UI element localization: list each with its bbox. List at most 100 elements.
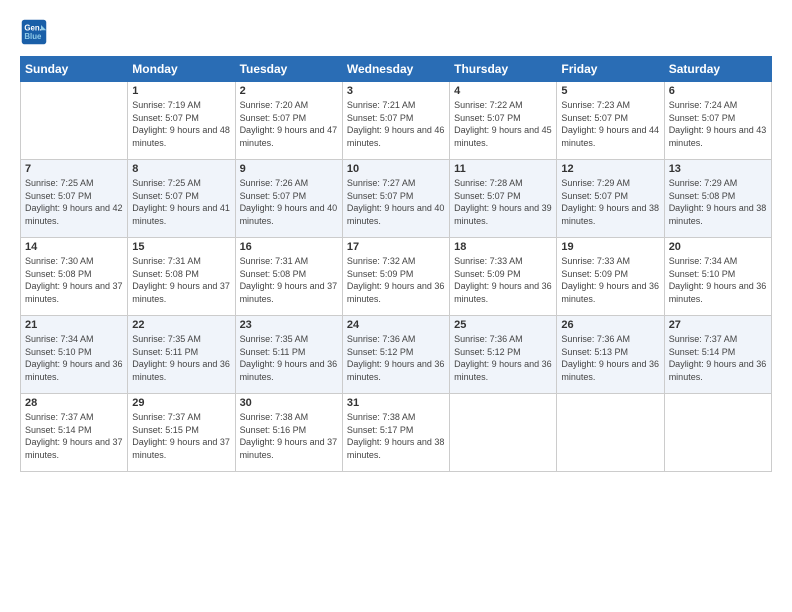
cell-info: Sunrise: 7:38 AMSunset: 5:16 PMDaylight:… (240, 411, 338, 461)
day-number: 21 (25, 319, 123, 331)
calendar-week-5: 28 Sunrise: 7:37 AMSunset: 5:14 PMDayligh… (21, 394, 772, 472)
cell-info: Sunrise: 7:29 AMSunset: 5:07 PMDaylight:… (561, 177, 659, 227)
logo: Gen. Blue (20, 18, 52, 46)
cell-info: Sunrise: 7:31 AMSunset: 5:08 PMDaylight:… (132, 255, 230, 305)
cell-info: Sunrise: 7:19 AMSunset: 5:07 PMDaylight:… (132, 99, 230, 149)
calendar-cell: 28 Sunrise: 7:37 AMSunset: 5:14 PMDayligh… (21, 394, 128, 472)
cell-info: Sunrise: 7:33 AMSunset: 5:09 PMDaylight:… (561, 255, 659, 305)
calendar-cell: 18 Sunrise: 7:33 AMSunset: 5:09 PMDayligh… (450, 238, 557, 316)
weekday-header-sunday: Sunday (21, 57, 128, 82)
calendar-cell: 23 Sunrise: 7:35 AMSunset: 5:11 PMDayligh… (235, 316, 342, 394)
calendar-cell (557, 394, 664, 472)
day-number: 27 (669, 319, 767, 331)
calendar-week-4: 21 Sunrise: 7:34 AMSunset: 5:10 PMDayligh… (21, 316, 772, 394)
weekday-header-saturday: Saturday (664, 57, 771, 82)
calendar-cell: 19Sunrise: 7:33 AMSunset: 5:09 PMDayligh… (557, 238, 664, 316)
cell-info: Sunrise: 7:37 AMSunset: 5:14 PMDaylight:… (25, 411, 123, 461)
calendar-cell: 25 Sunrise: 7:36 AMSunset: 5:12 PMDayligh… (450, 316, 557, 394)
calendar-cell: 11 Sunrise: 7:28 AMSunset: 5:07 PMDayligh… (450, 160, 557, 238)
cell-info: Sunrise: 7:20 AMSunset: 5:07 PMDaylight:… (240, 99, 338, 149)
calendar-cell: 22 Sunrise: 7:35 AMSunset: 5:11 PMDayligh… (128, 316, 235, 394)
cell-info: Sunrise: 7:37 AMSunset: 5:14 PMDaylight:… (669, 333, 767, 383)
day-number: 24 (347, 319, 445, 331)
calendar-table: SundayMondayTuesdayWednesdayThursdayFrid… (20, 56, 772, 472)
day-number: 26 (561, 319, 659, 331)
calendar-cell: 26Sunrise: 7:36 AMSunset: 5:13 PMDayligh… (557, 316, 664, 394)
weekday-header-row: SundayMondayTuesdayWednesdayThursdayFrid… (21, 57, 772, 82)
weekday-header-friday: Friday (557, 57, 664, 82)
calendar-cell: 24 Sunrise: 7:36 AMSunset: 5:12 PMDayligh… (342, 316, 449, 394)
day-number: 20 (669, 241, 767, 253)
weekday-header-monday: Monday (128, 57, 235, 82)
cell-info: Sunrise: 7:38 AMSunset: 5:17 PMDaylight:… (347, 411, 445, 461)
day-number: 9 (240, 163, 338, 175)
cell-info: Sunrise: 7:21 AMSunset: 5:07 PMDaylight:… (347, 99, 445, 149)
calendar-cell: 3 Sunrise: 7:21 AMSunset: 5:07 PMDaylight… (342, 82, 449, 160)
cell-info: Sunrise: 7:30 AMSunset: 5:08 PMDaylight:… (25, 255, 123, 305)
cell-info: Sunrise: 7:27 AMSunset: 5:07 PMDaylight:… (347, 177, 445, 227)
calendar-cell: 27 Sunrise: 7:37 AMSunset: 5:14 PMDayligh… (664, 316, 771, 394)
cell-info: Sunrise: 7:24 AMSunset: 5:07 PMDaylight:… (669, 99, 767, 149)
svg-text:Blue: Blue (24, 32, 42, 41)
day-number: 1 (132, 85, 230, 97)
day-number: 12 (561, 163, 659, 175)
calendar-cell: 12 Sunrise: 7:29 AMSunset: 5:07 PMDayligh… (557, 160, 664, 238)
calendar-week-3: 14Sunrise: 7:30 AMSunset: 5:08 PMDayligh… (21, 238, 772, 316)
calendar-cell: 1 Sunrise: 7:19 AMSunset: 5:07 PMDaylight… (128, 82, 235, 160)
cell-info: Sunrise: 7:36 AMSunset: 5:12 PMDaylight:… (454, 333, 552, 383)
weekday-header-thursday: Thursday (450, 57, 557, 82)
cell-info: Sunrise: 7:23 AMSunset: 5:07 PMDaylight:… (561, 99, 659, 149)
cell-info: Sunrise: 7:37 AMSunset: 5:15 PMDaylight:… (132, 411, 230, 461)
calendar-cell: 5 Sunrise: 7:23 AMSunset: 5:07 PMDaylight… (557, 82, 664, 160)
calendar-cell (450, 394, 557, 472)
cell-info: Sunrise: 7:28 AMSunset: 5:07 PMDaylight:… (454, 177, 552, 227)
cell-info: Sunrise: 7:25 AMSunset: 5:07 PMDaylight:… (25, 177, 123, 227)
cell-info: Sunrise: 7:35 AMSunset: 5:11 PMDaylight:… (240, 333, 338, 383)
cell-info: Sunrise: 7:34 AMSunset: 5:10 PMDaylight:… (25, 333, 123, 383)
day-number: 25 (454, 319, 552, 331)
day-number: 2 (240, 85, 338, 97)
day-number: 23 (240, 319, 338, 331)
day-number: 11 (454, 163, 552, 175)
calendar-cell: 7 Sunrise: 7:25 AMSunset: 5:07 PMDaylight… (21, 160, 128, 238)
cell-info: Sunrise: 7:22 AMSunset: 5:07 PMDaylight:… (454, 99, 552, 149)
calendar-cell (21, 82, 128, 160)
calendar-cell: 29Sunrise: 7:37 AMSunset: 5:15 PMDayligh… (128, 394, 235, 472)
calendar-cell: 16 Sunrise: 7:31 AMSunset: 5:08 PMDayligh… (235, 238, 342, 316)
weekday-header-wednesday: Wednesday (342, 57, 449, 82)
calendar-cell: 21 Sunrise: 7:34 AMSunset: 5:10 PMDayligh… (21, 316, 128, 394)
calendar-page: Gen. Blue SundayMondayTuesdayWednesdayTh… (0, 0, 792, 612)
day-number: 13 (669, 163, 767, 175)
calendar-cell: 6 Sunrise: 7:24 AMSunset: 5:07 PMDaylight… (664, 82, 771, 160)
page-header: Gen. Blue (20, 18, 772, 46)
day-number: 30 (240, 397, 338, 409)
calendar-cell: 4 Sunrise: 7:22 AMSunset: 5:07 PMDaylight… (450, 82, 557, 160)
day-number: 3 (347, 85, 445, 97)
day-number: 28 (25, 397, 123, 409)
day-number: 7 (25, 163, 123, 175)
calendar-cell: 8Sunrise: 7:25 AMSunset: 5:07 PMDaylight… (128, 160, 235, 238)
day-number: 16 (240, 241, 338, 253)
cell-info: Sunrise: 7:35 AMSunset: 5:11 PMDaylight:… (132, 333, 230, 383)
cell-info: Sunrise: 7:36 AMSunset: 5:12 PMDaylight:… (347, 333, 445, 383)
cell-info: Sunrise: 7:31 AMSunset: 5:08 PMDaylight:… (240, 255, 338, 305)
cell-info: Sunrise: 7:26 AMSunset: 5:07 PMDaylight:… (240, 177, 338, 227)
day-number: 4 (454, 85, 552, 97)
day-number: 18 (454, 241, 552, 253)
calendar-cell: 15Sunrise: 7:31 AMSunset: 5:08 PMDayligh… (128, 238, 235, 316)
calendar-cell: 13 Sunrise: 7:29 AMSunset: 5:08 PMDayligh… (664, 160, 771, 238)
calendar-cell: 2 Sunrise: 7:20 AMSunset: 5:07 PMDaylight… (235, 82, 342, 160)
day-number: 17 (347, 241, 445, 253)
calendar-cell: 10Sunrise: 7:27 AMSunset: 5:07 PMDayligh… (342, 160, 449, 238)
day-number: 5 (561, 85, 659, 97)
cell-info: Sunrise: 7:29 AMSunset: 5:08 PMDaylight:… (669, 177, 767, 227)
calendar-cell: 14Sunrise: 7:30 AMSunset: 5:08 PMDayligh… (21, 238, 128, 316)
calendar-cell: 30 Sunrise: 7:38 AMSunset: 5:16 PMDayligh… (235, 394, 342, 472)
weekday-header-tuesday: Tuesday (235, 57, 342, 82)
logo-icon: Gen. Blue (20, 18, 48, 46)
calendar-cell: 9 Sunrise: 7:26 AMSunset: 5:07 PMDaylight… (235, 160, 342, 238)
day-number: 6 (669, 85, 767, 97)
day-number: 22 (132, 319, 230, 331)
cell-info: Sunrise: 7:33 AMSunset: 5:09 PMDaylight:… (454, 255, 552, 305)
calendar-week-1: 1 Sunrise: 7:19 AMSunset: 5:07 PMDaylight… (21, 82, 772, 160)
